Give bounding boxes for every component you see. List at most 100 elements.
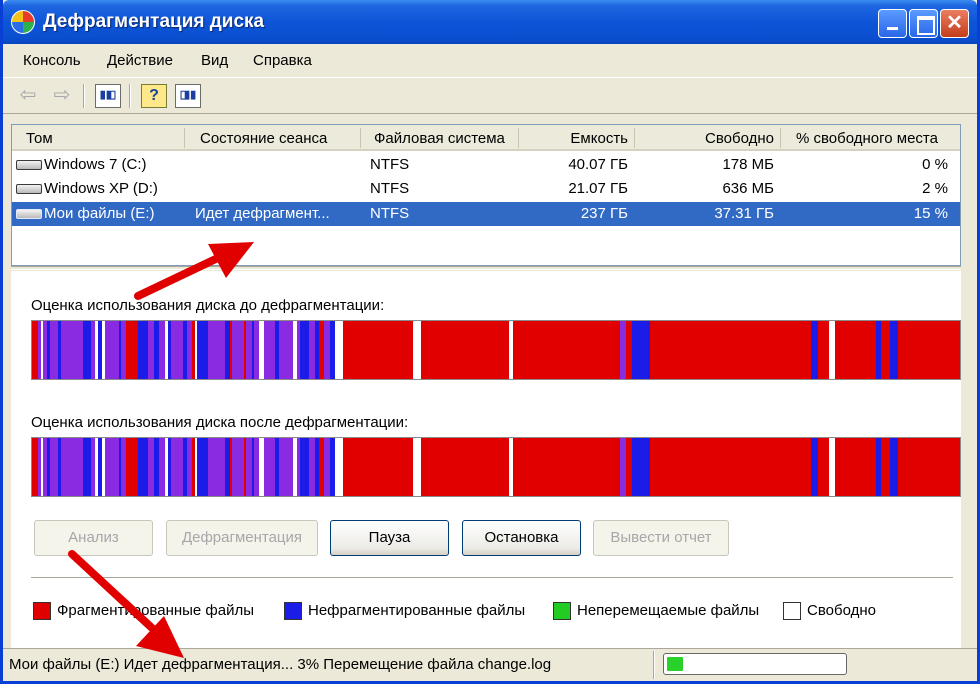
legend-label: Нефрагментированные файлы	[308, 602, 526, 619]
column-volume[interactable]: Том	[26, 130, 53, 147]
disk-cluster-stripe	[632, 438, 642, 496]
toolbar-separator	[129, 84, 131, 108]
maximize-button[interactable]	[909, 9, 938, 38]
volume-row[interactable]: Windows XP (D:) NTFS 21.07 ГБ 636 МБ 2 %	[12, 177, 960, 201]
minimize-button[interactable]	[878, 9, 907, 38]
window-title: Дефрагментация диска	[43, 11, 265, 32]
volume-row[interactable]: Windows 7 (C:) NTFS 40.07 ГБ 178 МБ 0 %	[12, 153, 960, 177]
disk-cluster-stripe	[835, 321, 867, 379]
close-button[interactable]: ✕	[940, 9, 969, 38]
disk-cluster-stripe	[413, 438, 421, 496]
disk-cluster-stripe	[406, 438, 413, 496]
volume-file-system: NTFS	[370, 180, 410, 197]
disk-cluster-stripe	[343, 438, 353, 496]
arrow-left-icon[interactable]: ⇦	[15, 84, 41, 108]
legend-swatch	[33, 602, 51, 620]
help-icon[interactable]: ?	[141, 84, 167, 108]
volume-list-header: Том Состояние сеанса Файловая система Ем…	[12, 125, 960, 151]
volume-free: 37.31 ГБ	[714, 205, 774, 222]
pause-button[interactable]: Пауза	[330, 520, 449, 556]
disk-cluster-stripe	[706, 321, 757, 379]
menu-console[interactable]: Консоль	[23, 52, 81, 69]
after-map-label: Оценка использования диска после дефрагм…	[31, 414, 409, 431]
disk-cluster-stripe	[696, 438, 706, 496]
column-capacity[interactable]: Емкость	[518, 130, 628, 147]
disk-cluster-stripe	[890, 438, 898, 496]
menu-view[interactable]: Вид	[201, 52, 228, 69]
volume-status: Идет дефрагмент...	[195, 205, 330, 222]
disk-cluster-stripe	[706, 438, 757, 496]
legend-swatch	[783, 602, 801, 620]
status-divider	[653, 651, 655, 679]
disk-cluster-stripe	[612, 438, 620, 496]
volume-row-selected[interactable]: Мои файлы (E:) Идет дефрагмент... NTFS 2…	[12, 202, 960, 226]
column-divider[interactable]	[184, 128, 185, 148]
console-tree-icon[interactable]: ▮◧	[95, 84, 121, 108]
legend-swatch	[553, 602, 571, 620]
volume-free: 636 МБ	[722, 180, 774, 197]
disk-cluster-stripe	[353, 321, 406, 379]
column-file-system[interactable]: Файловая система	[374, 130, 505, 147]
disk-cluster-stripe	[522, 321, 554, 379]
legend-label: Свободно	[807, 602, 876, 619]
title-bar[interactable]: Дефрагментация диска ✕	[3, 0, 977, 44]
disk-cluster-stripe	[492, 438, 502, 496]
volume-free-percent: 2 %	[922, 180, 948, 197]
disk-cluster-stripe	[502, 438, 509, 496]
disk-cluster-stripe	[522, 438, 554, 496]
disk-cluster-stripe	[765, 438, 811, 496]
disk-cluster-stripe	[561, 321, 569, 379]
defrag-progress-bar	[663, 653, 847, 675]
arrow-right-icon[interactable]: ⇨	[49, 84, 75, 108]
disk-cluster-stripe	[343, 321, 353, 379]
disk-cluster-stripe	[421, 438, 430, 496]
disk-cluster-stripe	[650, 321, 696, 379]
disk-cluster-stripe	[353, 438, 406, 496]
disk-cluster-stripe	[835, 438, 867, 496]
volume-free-percent: 0 %	[922, 156, 948, 173]
disk-cluster-stripe	[569, 321, 607, 379]
before-defrag-map	[31, 320, 961, 380]
volume-name: Мои файлы (E:)	[44, 205, 155, 222]
stop-button[interactable]: Остановка	[462, 520, 581, 556]
disk-cluster-stripe	[502, 321, 509, 379]
column-free[interactable]: Свободно	[634, 130, 774, 147]
disk-cluster-stripe	[561, 438, 569, 496]
annotation-arrow-lower	[68, 550, 184, 658]
disk-cluster-stripe	[924, 321, 960, 379]
disk-cluster-stripe	[482, 321, 492, 379]
action-pane-icon[interactable]: ◨▮	[175, 84, 201, 108]
menu-action[interactable]: Действие	[107, 52, 173, 69]
after-defrag-map	[31, 437, 961, 497]
disk-cluster-stripe	[890, 321, 898, 379]
disk-cluster-stripe	[924, 438, 960, 496]
disk-cluster-stripe	[650, 438, 696, 496]
view-report-button[interactable]: Вывести отчет	[593, 520, 729, 556]
column-divider[interactable]	[360, 128, 361, 148]
column-session-status[interactable]: Состояние сеанса	[200, 130, 327, 147]
disk-cluster-stripe	[757, 438, 765, 496]
volume-capacity: 237 ГБ	[580, 205, 628, 222]
legend-swatch	[284, 602, 302, 620]
progress-fill	[667, 657, 683, 671]
column-free-percent[interactable]: % свободного места	[796, 130, 938, 147]
disk-cluster-stripe	[757, 321, 765, 379]
column-divider[interactable]	[780, 128, 781, 148]
volume-free-percent: 15 %	[913, 205, 948, 222]
disk-cluster-stripe	[421, 321, 430, 379]
menu-help[interactable]: Справка	[253, 52, 312, 69]
disk-cluster-stripe	[642, 321, 650, 379]
hard-drive-icon	[16, 184, 42, 194]
toolbar: ⇦ ⇨ ▮◧ ? ◨▮	[3, 78, 977, 114]
disk-cluster-stripe	[867, 438, 876, 496]
disk-cluster-stripe	[335, 321, 343, 379]
disk-cluster-stripe	[434, 321, 479, 379]
annotation-arrow-upper	[134, 242, 254, 300]
close-icon: ✕	[946, 12, 963, 34]
disk-cluster-stripe	[642, 438, 650, 496]
volume-free: 178 МБ	[722, 156, 774, 173]
disk-cluster-stripe	[492, 321, 502, 379]
disk-cluster-stripe	[413, 321, 421, 379]
disk-cluster-stripe	[482, 438, 492, 496]
disk-cluster-stripe	[696, 321, 706, 379]
